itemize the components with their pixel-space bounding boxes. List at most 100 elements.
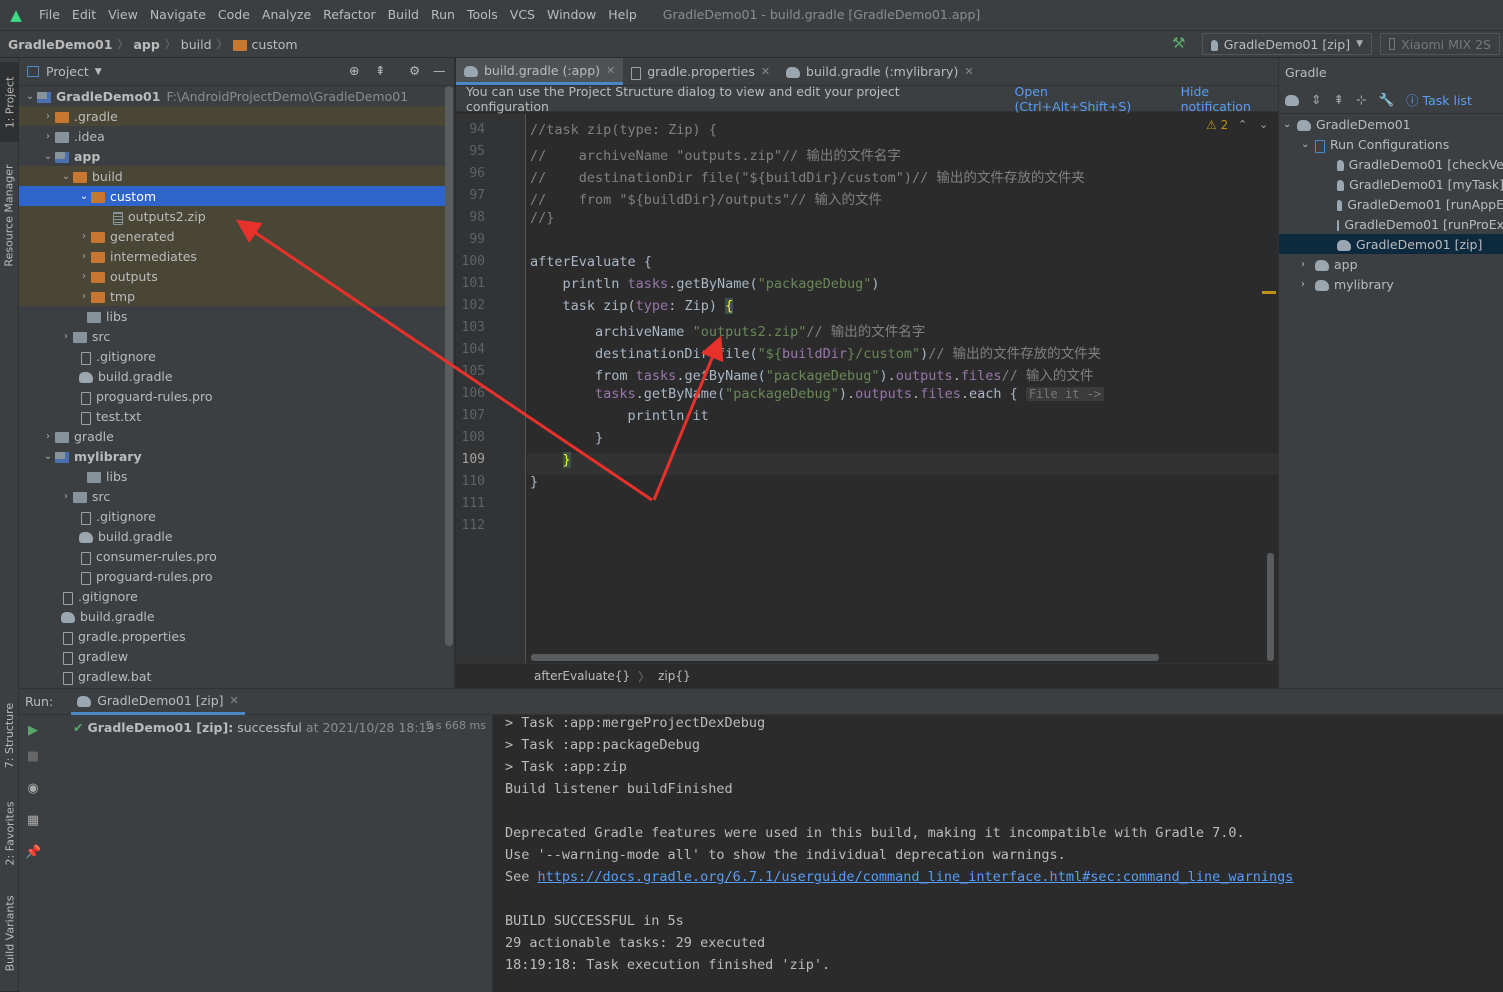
hide-panel-icon[interactable]: — <box>433 63 446 78</box>
wrench-icon[interactable]: 🔧 <box>1378 92 1394 108</box>
menu-navigate[interactable]: Navigate <box>144 0 212 30</box>
close-icon[interactable]: ✕ <box>964 65 973 78</box>
vertical-scrollbar[interactable] <box>1267 553 1274 661</box>
breadcrumb-after-evaluate[interactable]: afterEvaluate{} <box>534 669 630 683</box>
tree-item[interactable]: › .idea <box>19 126 445 146</box>
tree-item[interactable]: libs <box>19 466 445 486</box>
run-config-selector[interactable]: GradleDemo01 [zip] ▼ <box>1202 33 1372 55</box>
tree-item[interactable]: proguard-rules.pro <box>19 566 445 586</box>
menu-file[interactable]: File <box>33 0 66 30</box>
tree-item[interactable]: › generated <box>19 226 445 246</box>
tree-scrollbar[interactable] <box>445 86 453 646</box>
gradle-run-config-item[interactable]: GradleDemo01 [myTask] <box>1279 174 1503 194</box>
tree-item[interactable]: › outputs <box>19 266 445 286</box>
tree-root[interactable]: ⌄ GradleDemo01 F:\AndroidProjectDemo\Gradl… <box>19 86 445 106</box>
gradle-run-config-item[interactable]: GradleDemo01 [checkVe <box>1279 154 1503 174</box>
tree-item[interactable]: proguard-rules.pro <box>19 386 445 406</box>
hide-notification-link[interactable]: Hide notification <box>1181 84 1278 114</box>
tree-item[interactable]: › tmp <box>19 286 445 306</box>
device-selector[interactable]: Xiaomi MIX 2S <box>1380 33 1500 55</box>
run-result-item[interactable]: ✔ GradleDemo01 [zip]: successful at 2021… <box>73 717 434 737</box>
rerun-icon[interactable]: ▶ <box>25 723 41 739</box>
breadcrumb-custom[interactable]: custom <box>252 37 298 52</box>
tree-item[interactable]: › .gradle <box>19 106 445 126</box>
tree-item[interactable]: .gitignore <box>19 586 445 606</box>
warning-stripe-marker[interactable] <box>1262 291 1276 294</box>
tree-item-selected[interactable]: ⌄ custom <box>19 186 445 206</box>
breadcrumb-build[interactable]: build <box>181 37 212 52</box>
menu-vcs[interactable]: VCS <box>504 0 541 30</box>
gradle-run-config-item-selected[interactable]: GradleDemo01 [zip] <box>1279 234 1503 254</box>
tab-favorites[interactable]: 2: Favorites <box>0 788 19 878</box>
tab-gradle-properties[interactable]: gradle.properties ✕ <box>623 58 778 85</box>
tree-item[interactable]: build.gradle <box>19 606 445 626</box>
breadcrumb-project[interactable]: GradleDemo01 <box>8 37 112 52</box>
menu-window[interactable]: Window <box>541 0 602 30</box>
menu-run[interactable]: Run <box>425 0 461 30</box>
breadcrumb-zip[interactable]: zip{} <box>658 669 691 683</box>
chevron-down-icon[interactable]: ▼ <box>95 67 102 77</box>
run-console[interactable]: > Task :app:mergeProjectDexDebug > Task … <box>505 715 1503 992</box>
tree-item[interactable]: ⌄ app <box>19 146 445 166</box>
close-icon[interactable]: ✕ <box>606 64 615 77</box>
tree-item[interactable]: build.gradle <box>19 526 445 546</box>
tree-item[interactable]: › src <box>19 326 445 346</box>
breadcrumb-module[interactable]: app <box>133 37 159 52</box>
gradle-docs-link[interactable]: https://docs.gradle.org/6.7.1/userguide/… <box>538 869 1294 885</box>
gradle-run-config-item[interactable]: GradleDemo01 [runProEx <box>1279 214 1503 234</box>
tab-build-variants[interactable]: Build Variants <box>0 888 19 978</box>
expand-all-icon[interactable]: ⇕ <box>1311 92 1321 107</box>
close-icon[interactable]: ✕ <box>761 65 770 78</box>
chevron-up-icon[interactable]: ⌃ <box>1238 118 1247 131</box>
tree-item[interactable]: build.gradle <box>19 366 445 386</box>
tree-item[interactable]: › gradle <box>19 426 445 446</box>
menu-help[interactable]: Help <box>602 0 643 30</box>
gradle-elephant-icon[interactable] <box>1285 95 1299 106</box>
tree-item[interactable]: libs <box>19 306 445 326</box>
menu-edit[interactable]: Edit <box>66 0 102 30</box>
run-tab[interactable]: GradleDemo01 [zip] ✕ <box>71 689 245 715</box>
tab-project[interactable]: 1: Project <box>0 62 19 142</box>
tree-item[interactable]: gradle.properties <box>19 626 445 646</box>
gradle-run-config-item[interactable]: GradleDemo01 [runAppE <box>1279 194 1503 214</box>
tree-item[interactable]: ⌄ mylibrary <box>19 446 445 466</box>
menu-tools[interactable]: Tools <box>461 0 504 30</box>
tree-item[interactable]: gradlew.bat <box>19 666 445 686</box>
menu-build[interactable]: Build <box>382 0 425 30</box>
tree-item[interactable]: .gitignore <box>19 506 445 526</box>
pin-icon[interactable]: 📌 <box>25 845 41 861</box>
gradle-run-configurations[interactable]: ⌄ Run Configurations <box>1279 134 1503 154</box>
tree-item[interactable]: .gitignore <box>19 346 445 366</box>
tree-item[interactable]: consumer-rules.pro <box>19 546 445 566</box>
tab-structure[interactable]: 7: Structure <box>0 690 19 780</box>
layout-icon[interactable]: ▦ <box>25 813 41 829</box>
project-view-selector[interactable]: Project <box>46 64 89 79</box>
hammer-build-icon[interactable]: ⚒ <box>1172 34 1185 52</box>
gradle-module-app[interactable]: › app <box>1279 254 1503 274</box>
horizontal-scrollbar[interactable] <box>531 654 1159 661</box>
gradle-tree-root[interactable]: ⌄ GradleDemo01 <box>1279 114 1503 134</box>
menu-view[interactable]: View <box>102 0 144 30</box>
tree-item[interactable]: › intermediates <box>19 246 445 266</box>
stop-icon[interactable]: ■ <box>25 749 41 765</box>
tree-item[interactable]: ⌄ build <box>19 166 445 186</box>
toggle-offline-icon[interactable]: ⊹ <box>1356 92 1366 107</box>
close-icon[interactable]: ✕ <box>230 694 239 707</box>
tab-resource-manager[interactable]: Resource Manager <box>0 150 19 280</box>
menu-code[interactable]: Code <box>212 0 256 30</box>
tree-item[interactable]: gradlew <box>19 646 445 666</box>
code-area[interactable]: //task zip(type: Zip) { // archiveName "… <box>456 114 1278 664</box>
tab-build-gradle-app[interactable]: build.gradle (:app) ✕ <box>456 58 624 85</box>
eye-icon[interactable]: ◉ <box>25 781 41 797</box>
collapse-all-icon[interactable]: ⇞ <box>1333 92 1343 107</box>
collapse-all-icon[interactable]: ⇞ <box>375 63 385 78</box>
gradle-module-mylibrary[interactable]: › mylibrary <box>1279 274 1503 294</box>
warning-indicator[interactable]: ⚠ 2 <box>1206 118 1228 132</box>
chevron-down-icon[interactable]: ⌄ <box>1259 118 1268 131</box>
menu-analyze[interactable]: Analyze <box>256 0 317 30</box>
tree-item[interactable]: › src <box>19 486 445 506</box>
locate-icon[interactable]: ⊕ <box>349 63 359 78</box>
tab-build-gradle-mylibrary[interactable]: build.gradle (:mylibrary) ✕ <box>778 58 982 85</box>
tree-item[interactable]: test.txt <box>19 406 445 426</box>
tree-item[interactable]: outputs2.zip <box>19 206 445 226</box>
